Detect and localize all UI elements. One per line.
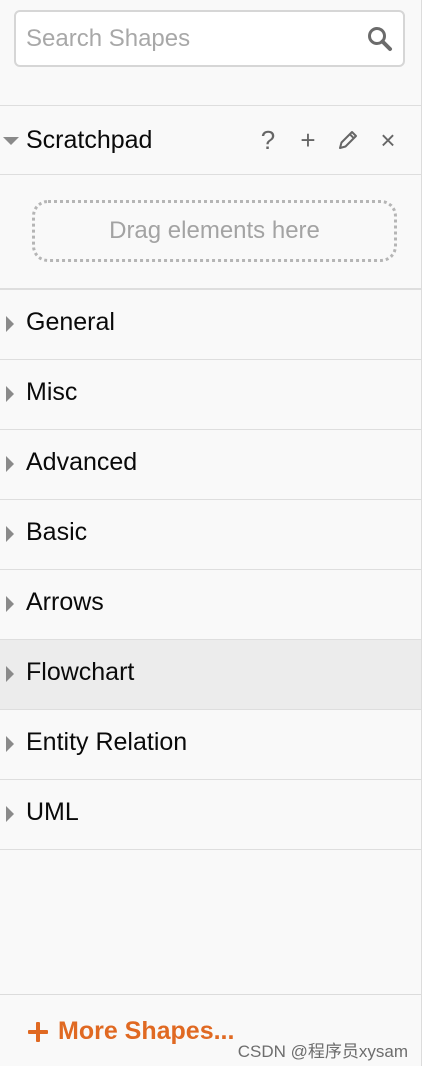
pencil-icon[interactable]	[336, 126, 360, 154]
expand-arrow-icon	[6, 736, 14, 752]
category-uml[interactable]: UML	[0, 780, 421, 850]
watermark-text: CSDN @程序员xysam	[237, 1042, 408, 1061]
expand-arrow-icon	[6, 316, 14, 332]
category-label: Advanced	[26, 448, 138, 476]
category-label: General	[26, 308, 115, 336]
drop-hint: Drag elements here	[109, 217, 320, 244]
collapse-arrow-icon[interactable]	[3, 137, 19, 145]
category-label: UML	[26, 798, 79, 826]
add-icon[interactable]: +	[296, 125, 320, 155]
category-label: Basic	[26, 518, 88, 546]
expand-arrow-icon	[6, 806, 14, 822]
expand-arrow-icon	[6, 456, 14, 472]
category-entity-relation[interactable]: Entity Relation	[0, 710, 421, 780]
category-misc[interactable]: Misc	[0, 360, 421, 430]
category-arrows[interactable]: Arrows	[0, 570, 421, 640]
search-icon[interactable]	[367, 26, 393, 52]
scratchpad-title[interactable]: Scratchpad	[26, 126, 152, 155]
scratchpad-header: Scratchpad ? + ×	[0, 105, 421, 175]
search-input[interactable]	[26, 20, 346, 58]
category-label: Misc	[26, 378, 78, 406]
scratchpad-body: Drag elements here	[0, 175, 421, 289]
category-label: Arrows	[26, 588, 104, 616]
category-label: Flowchart	[26, 658, 135, 686]
sidebar-footer: More Shapes... CSDN @程序员xysam	[0, 994, 421, 1066]
category-label: Entity Relation	[26, 728, 188, 756]
drop-zone[interactable]: Drag elements here	[32, 200, 397, 262]
scratchpad-tools: ? + ×	[256, 125, 400, 155]
category-advanced[interactable]: Advanced	[0, 430, 421, 500]
close-icon[interactable]: ×	[376, 125, 400, 155]
expand-arrow-icon	[6, 386, 14, 402]
plus-icon	[28, 1021, 48, 1042]
more-shapes-label: More Shapes...	[58, 1017, 235, 1045]
expand-arrow-icon	[6, 666, 14, 682]
expand-arrow-icon	[6, 596, 14, 612]
help-icon[interactable]: ?	[256, 125, 280, 155]
category-basic[interactable]: Basic	[0, 500, 421, 570]
category-flowchart[interactable]: Flowchart	[0, 640, 421, 710]
category-general[interactable]: General	[0, 290, 421, 360]
more-shapes-button[interactable]: More Shapes...	[28, 1017, 234, 1046]
expand-arrow-icon	[6, 526, 14, 542]
shapes-sidebar: Scratchpad ? + × Drag elements here Gene…	[0, 0, 422, 1066]
search-box[interactable]	[14, 10, 405, 67]
category-list: General Misc Advanced Basic Arrows Flowc…	[0, 289, 421, 850]
